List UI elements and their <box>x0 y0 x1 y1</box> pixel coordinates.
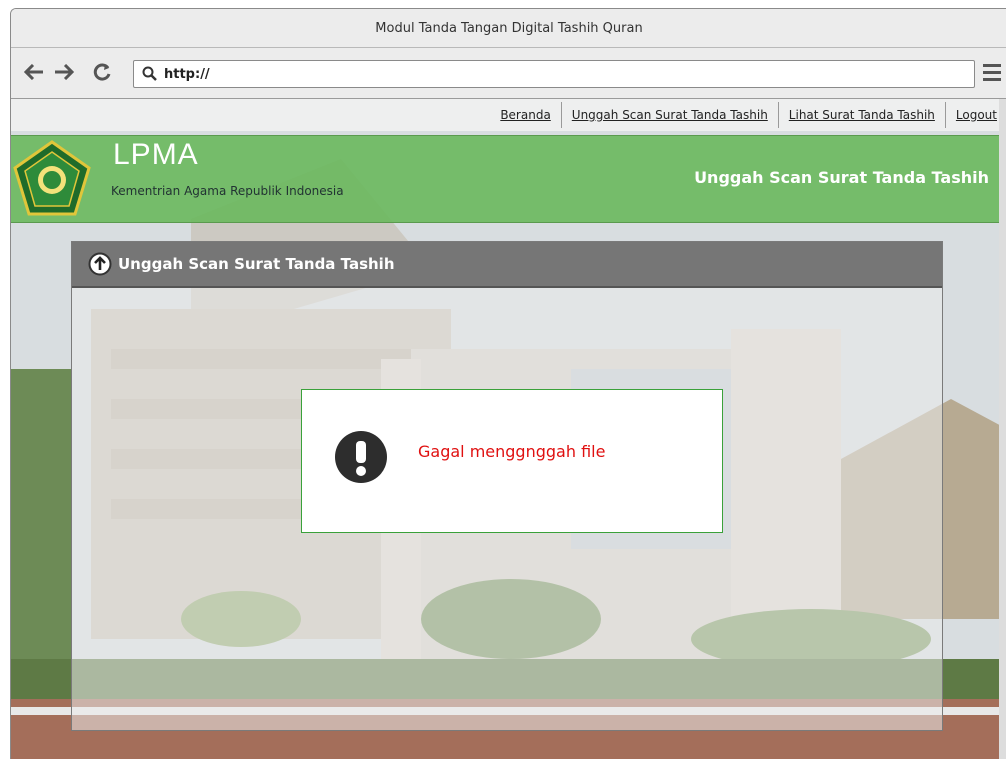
upload-panel: Unggah Scan Surat Tanda Tashih Gagal men… <box>71 241 943 731</box>
forward-arrow-icon[interactable] <box>53 61 75 83</box>
nav-link-unggah-scan[interactable]: Unggah Scan Surat Tanda Tashih <box>560 102 778 128</box>
brand-subtitle: Kementrian Agama Republik Indonesia <box>111 184 344 198</box>
url-input[interactable] <box>162 65 946 83</box>
error-message: Gagal menggnggah file <box>418 442 606 461</box>
nav-link-beranda[interactable]: Beranda <box>490 102 560 128</box>
window-title: Modul Tanda Tangan Digital Tashih Quran <box>375 20 643 36</box>
vertical-scrollbar[interactable] <box>999 99 1006 759</box>
window-titlebar: Modul Tanda Tangan Digital Tashih Quran <box>11 9 1006 48</box>
search-icon <box>142 66 157 81</box>
top-navigation: Beranda Unggah Scan Surat Tanda Tashih L… <box>11 99 1006 131</box>
hamburger-menu-icon[interactable] <box>983 64 1001 82</box>
address-bar[interactable] <box>133 60 975 88</box>
back-arrow-icon[interactable] <box>23 61 45 83</box>
page-viewport: Beranda Unggah Scan Surat Tanda Tashih L… <box>11 99 1006 759</box>
upload-arrow-icon <box>88 252 112 276</box>
upload-panel-title: Unggah Scan Surat Tanda Tashih <box>118 255 395 273</box>
reload-icon[interactable] <box>91 61 113 83</box>
site-header: LPMA Kementrian Agama Republik Indonesia… <box>11 135 1006 223</box>
nav-link-logout[interactable]: Logout <box>944 102 1006 128</box>
header-page-title: Unggah Scan Surat Tanda Tashih <box>694 168 989 187</box>
error-dialog: Gagal menggnggah file <box>301 389 723 533</box>
browser-window: Modul Tanda Tangan Digital Tashih Quran <box>10 8 1006 759</box>
kemenag-logo <box>13 140 91 216</box>
browser-toolbar <box>11 48 1006 99</box>
nav-link-lihat-surat[interactable]: Lihat Surat Tanda Tashih <box>777 102 945 128</box>
upload-panel-header: Unggah Scan Surat Tanda Tashih <box>72 242 942 288</box>
exclamation-icon <box>335 431 387 483</box>
brand-title: LPMA <box>113 138 199 171</box>
